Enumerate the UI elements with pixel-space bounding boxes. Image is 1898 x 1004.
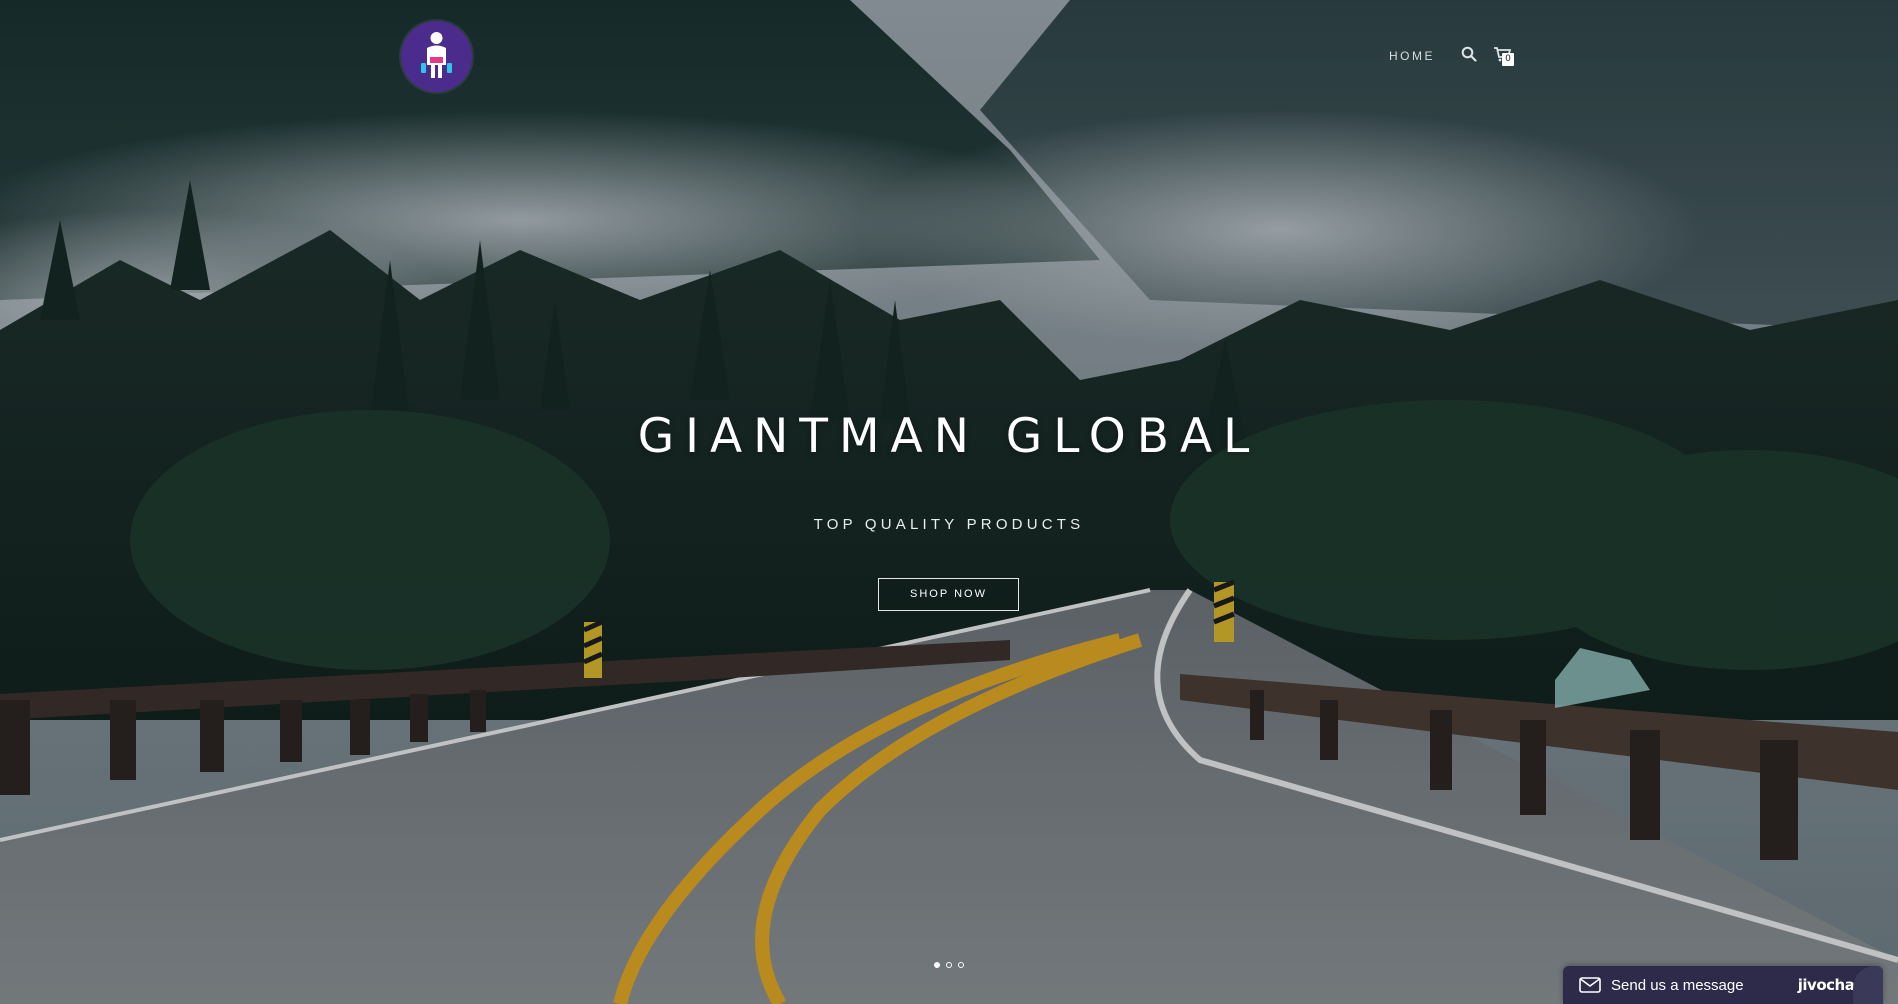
slider-dot-1[interactable] — [934, 962, 940, 968]
shop-now-button[interactable]: SHOP NOW — [878, 578, 1019, 611]
site-logo[interactable] — [401, 21, 472, 92]
hero-title: GIANTMAN GLOBAL — [637, 409, 1261, 464]
hero-background — [0, 0, 1898, 1004]
person-with-bags-logo-icon — [401, 21, 472, 92]
nav-home-link[interactable]: HOME — [1389, 49, 1435, 63]
envelope-icon — [1579, 977, 1601, 993]
slider-dot-2[interactable] — [946, 962, 952, 968]
search-icon[interactable] — [1461, 46, 1477, 62]
chat-label: Send us a message — [1611, 976, 1744, 994]
cart-count-badge: 0 — [1502, 53, 1514, 66]
chat-corner-decoration — [1853, 966, 1883, 1004]
chat-brand-logo: jivochat — [1797, 976, 1862, 994]
chat-widget[interactable]: Send us a message jivochat — [1563, 966, 1883, 1004]
slider-dot-3[interactable] — [958, 962, 964, 968]
slider-dots — [934, 962, 964, 968]
hero-subtitle: TOP QUALITY PRODUCTS — [813, 516, 1085, 533]
